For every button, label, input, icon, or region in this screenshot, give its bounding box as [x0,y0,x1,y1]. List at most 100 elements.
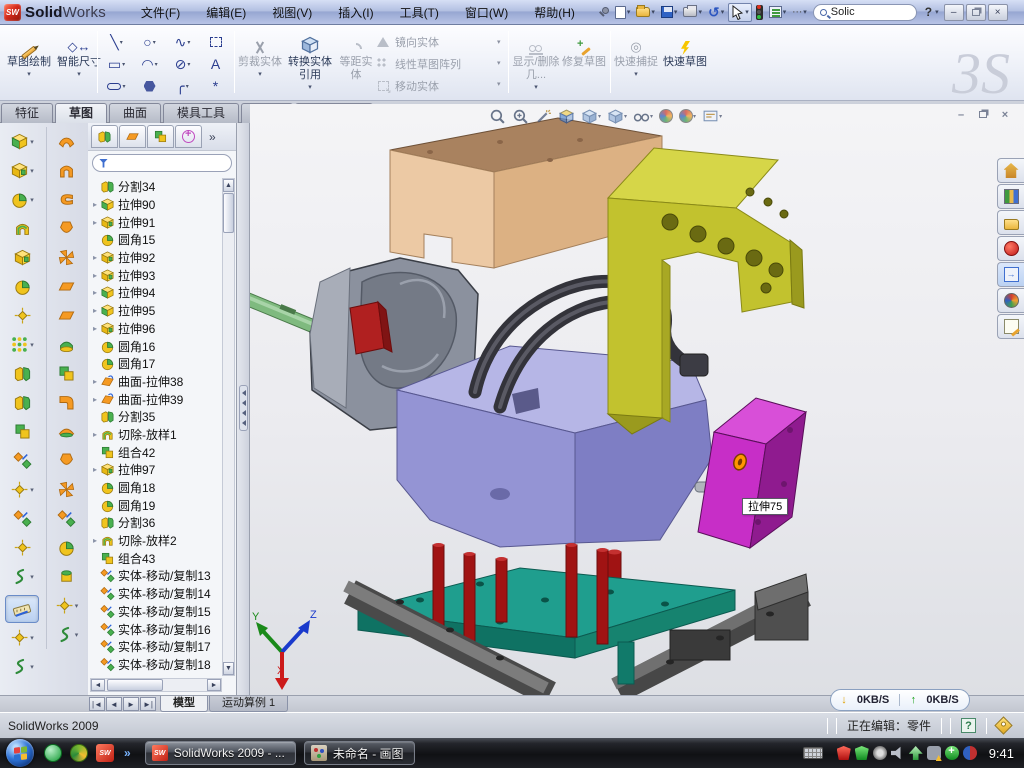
tree-item[interactable]: ▸曲面-拉伸38 [90,373,222,391]
tree-item[interactable]: 实体-移动/复制15 [90,603,222,621]
glasses-view-button[interactable]: ▾ [630,106,656,126]
mold-tool-fillet-14[interactable] [57,533,76,562]
ellipse-tool[interactable]: ⊘▾ [166,53,199,75]
move-entities-button[interactable]: 移动实体 [375,75,495,97]
model-core-block[interactable] [397,346,719,547]
feat-tool-movecopy-11[interactable] [13,446,32,475]
tree-item[interactable]: 组合43 [90,549,222,567]
feat-tool-star-6[interactable] [13,301,32,330]
quicklaunch-solidworks-icon[interactable]: SW [96,744,114,762]
quick-launch-overflow[interactable]: » [124,746,131,760]
tree-item[interactable]: 实体-移动/复制18 [90,656,222,674]
selection-box-tool[interactable] [199,31,232,53]
mold-tool-or-vase-11[interactable] [57,446,76,475]
scroll-right-button[interactable]: ► [207,679,221,691]
tab-模具工具[interactable]: 模具工具 [163,103,239,123]
tray-up-arrow-icon[interactable] [909,746,923,760]
tag-icon[interactable] [994,716,1012,734]
menu-item-0[interactable]: 文件(F) [128,1,193,24]
point-tool[interactable]: * [199,75,232,97]
doc-restore-button[interactable] [972,107,994,122]
menu-item-4[interactable]: 工具(T) [387,1,452,24]
quick-snaps-button[interactable]: ◎ 快速捕捉▾ [614,28,658,96]
doc-tab-0[interactable]: 模型 [160,696,208,712]
expand-arrow-icon[interactable]: ▸ [90,395,100,404]
tree-item[interactable]: 分割36 [90,514,222,532]
line-tool[interactable]: ╲▾ [100,31,133,53]
slot-tool[interactable]: ▾ [100,75,133,97]
measure-ruler-button[interactable] [5,595,39,623]
mold-tool-swirl-17[interactable]: ▾ [55,620,79,649]
help-button[interactable]: ?▾ [921,3,941,22]
quicklaunch-media-player-icon[interactable] [70,744,88,762]
window-close-button[interactable]: × [988,4,1008,21]
feat-tool-extrude-0[interactable]: ▾ [10,127,34,156]
feat-tool-swirl-15[interactable]: ▾ [10,562,34,591]
taskbar-clock[interactable]: 9:41 [989,746,1014,761]
mold-tool-or-pin-4[interactable] [57,243,76,272]
search-input[interactable]: Solic [813,4,917,21]
mold-tool-or-rect-5[interactable] [57,272,76,301]
tray-speaker-icon[interactable] [891,746,905,760]
ball-view-button[interactable]: ▾ [676,106,699,126]
feat-tool-tail-swirl-1[interactable]: ▾ [10,652,34,681]
taskpane-design-library-button[interactable] [997,184,1024,209]
tree-item[interactable]: 分割35 [90,408,222,426]
circle-tool[interactable]: ○▾ [133,31,166,53]
open-file-button[interactable]: ▾ [634,3,657,22]
tray-gear-icon[interactable] [873,746,887,760]
tree-item[interactable]: ▸切除-放样1 [90,426,222,444]
linear-pattern-button[interactable]: 线性草图阵列 [375,53,495,75]
expand-arrow-icon[interactable]: ▸ [90,324,100,333]
feat-tool-split-9[interactable] [13,388,32,417]
tab-dimxpert-manager[interactable] [175,125,202,148]
tabs-overflow-button[interactable]: » [209,130,216,144]
rapid-sketch-button[interactable]: 快速草图 [662,28,708,96]
tree-item[interactable]: ▸曲面-拉伸39 [90,390,222,408]
convert-entities-button[interactable]: 转换实体引用▾ [284,28,336,96]
tab-曲面[interactable]: 曲面 [109,103,161,123]
scroll-up-button[interactable]: ▲ [223,179,234,192]
doc-minimize-button[interactable]: – [950,107,972,122]
expand-arrow-icon[interactable]: ▸ [90,377,100,386]
mold-tool-or-cyl-15[interactable] [57,562,76,591]
menu-item-5[interactable]: 窗口(W) [452,1,521,24]
tree-item[interactable]: ▸拉伸90 [90,196,222,214]
repair-sketch-button[interactable]: 修复草图 [562,28,606,96]
quicklaunch-messenger-icon[interactable] [44,744,62,762]
tree-filter-input[interactable] [92,154,232,172]
taskpane-custom-properties-button[interactable] [997,314,1024,339]
graphics-viewport[interactable]: Y Z X ▾▾▾▾▾ – × 拉伸75 [250,104,1024,695]
panel-view-button[interactable]: ▾ [699,106,725,126]
feat-tool-extrude2-4[interactable] [13,243,32,272]
tree-item[interactable]: 分割34 [90,178,222,196]
undo-button[interactable]: ↺▾ [706,3,726,22]
doc-tab-1[interactable]: 运动算例 1 [209,696,288,712]
feat-tool-extrude2-1[interactable]: ▾ [10,156,34,185]
tree-item[interactable]: ▸拉伸97 [90,461,222,479]
taskpane-file-explorer-button[interactable] [997,210,1024,235]
expand-arrow-icon[interactable]: ▸ [90,306,100,315]
tray-net-warning-icon[interactable] [927,746,941,760]
tray-shield-plus-icon[interactable] [945,746,959,760]
options-button[interactable]: ▾ [767,3,789,22]
menu-item-1[interactable]: 编辑(E) [193,1,259,24]
doc-close-button[interactable]: × [994,107,1016,122]
window-restore-button[interactable] [966,4,986,21]
tree-vertical-scrollbar[interactable]: ▲ ▼ [222,178,235,676]
tray-green-shield-icon[interactable] [855,746,869,760]
feat-tool-dots-7[interactable]: ▾ [10,330,34,359]
tree-item[interactable]: 组合42 [90,443,222,461]
mold-tool-or-arch-1[interactable] [57,156,76,185]
mold-tool-or-boot-7[interactable] [57,330,76,359]
taskbar-task-1[interactable]: 未命名 - 画图 [304,741,415,765]
tray-red-shield-icon[interactable] [837,746,851,760]
scroll-left-button[interactable]: ◄ [91,679,105,691]
magplus-view-button[interactable] [509,106,532,126]
feat-tool-tail-star-0[interactable]: ▾ [10,623,34,652]
tree-item[interactable]: ▸切除-放样2 [90,532,222,550]
tree-item[interactable]: ▸拉伸91 [90,213,222,231]
display-delete-relations-button[interactable]: 显示/删除几...▾ [512,28,560,96]
tab-configuration-manager[interactable] [147,125,174,148]
panel-collapse-handle[interactable] [239,385,248,431]
